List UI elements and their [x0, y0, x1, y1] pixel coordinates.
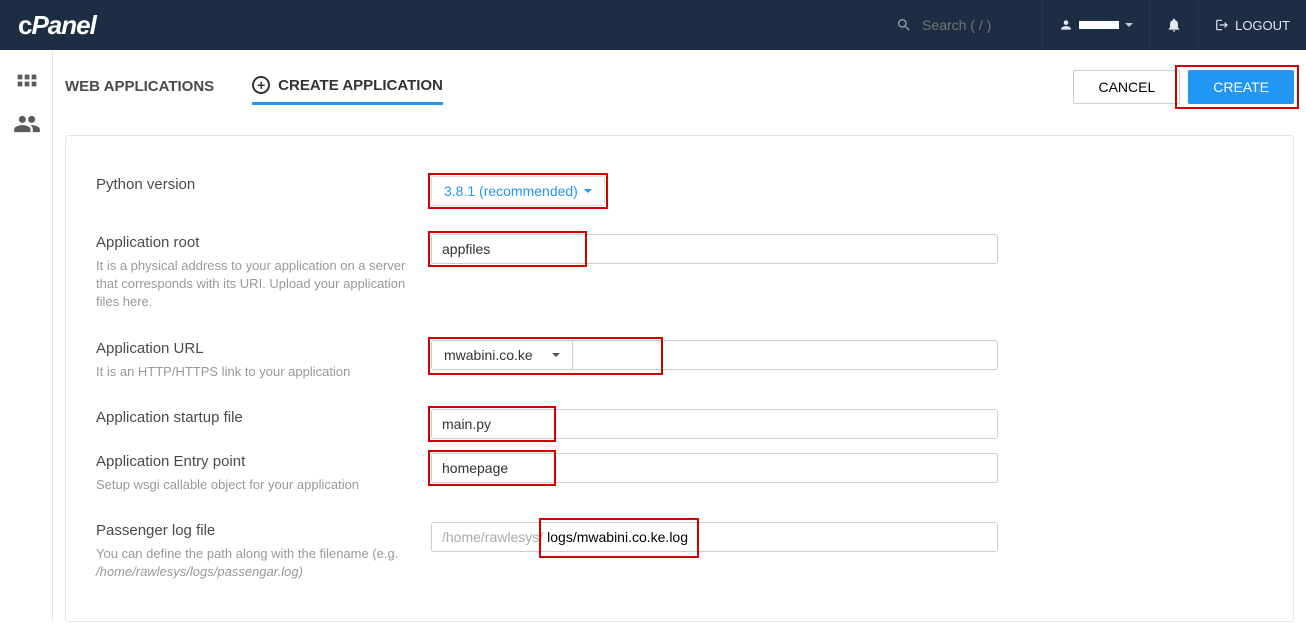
- user-icon: [1059, 18, 1073, 32]
- app-url-path-input[interactable]: [573, 340, 998, 370]
- tab-label: WEB APPLICATIONS: [65, 78, 214, 95]
- label-app-url: Application URL: [96, 340, 411, 357]
- user-menu[interactable]: [1042, 0, 1149, 50]
- help-entry-point: Setup wsgi callable object for your appl…: [96, 476, 411, 494]
- python-version-select[interactable]: 3.8.1 (recommended): [431, 176, 605, 206]
- tab-create-application[interactable]: + CREATE APPLICATION: [252, 68, 443, 105]
- cpanel-logo: cPanel: [0, 10, 114, 41]
- create-button[interactable]: CREATE: [1188, 70, 1294, 104]
- log-file-input[interactable]: [547, 523, 997, 551]
- label-log-file: Passenger log file: [96, 522, 411, 539]
- label-python-version: Python version: [96, 176, 411, 193]
- search-input[interactable]: [922, 17, 1022, 33]
- users-icon: [13, 110, 41, 138]
- help-app-url: It is an HTTP/HTTPS link to your applica…: [96, 363, 411, 381]
- entry-point-input[interactable]: [431, 453, 998, 483]
- content-area: WEB APPLICATIONS + CREATE APPLICATION CA…: [53, 50, 1306, 622]
- python-version-value: 3.8.1 (recommended): [444, 183, 578, 199]
- caret-down-icon: [552, 353, 560, 357]
- app-url-domain-select[interactable]: mwabini.co.ke: [431, 340, 573, 370]
- help-app-root: It is a physical address to your applica…: [96, 257, 411, 312]
- plus-circle-icon: +: [252, 76, 270, 94]
- logout-button[interactable]: LOGOUT: [1198, 0, 1306, 50]
- tab-web-applications[interactable]: WEB APPLICATIONS: [65, 70, 214, 103]
- top-bar: cPanel LOGOUT: [0, 0, 1306, 50]
- sidebar-apps[interactable]: [0, 64, 53, 104]
- notifications[interactable]: [1149, 0, 1198, 50]
- search-icon: [896, 17, 912, 33]
- label-app-root: Application root: [96, 234, 411, 251]
- caret-down-icon: [584, 189, 592, 193]
- sidebar-users[interactable]: [0, 104, 53, 144]
- label-startup-file: Application startup file: [96, 409, 411, 426]
- help-log-file: You can define the path along with the f…: [96, 545, 411, 581]
- logout-label: LOGOUT: [1235, 18, 1290, 33]
- create-app-form: Python version 3.8.1 (recommended) Appli…: [65, 135, 1294, 622]
- log-file-prefix: /home/rawlesys/: [432, 523, 547, 551]
- search-wrap[interactable]: [896, 17, 1022, 33]
- startup-file-input[interactable]: [431, 409, 998, 439]
- tab-label: CREATE APPLICATION: [278, 77, 443, 94]
- logout-icon: [1215, 18, 1229, 32]
- bell-icon: [1166, 17, 1182, 33]
- app-url-domain-value: mwabini.co.ke: [444, 347, 533, 363]
- sidebar: [0, 50, 53, 622]
- app-root-input[interactable]: [431, 234, 998, 264]
- grid-icon: [13, 70, 41, 98]
- label-entry-point: Application Entry point: [96, 453, 411, 470]
- cancel-button[interactable]: CANCEL: [1073, 70, 1180, 104]
